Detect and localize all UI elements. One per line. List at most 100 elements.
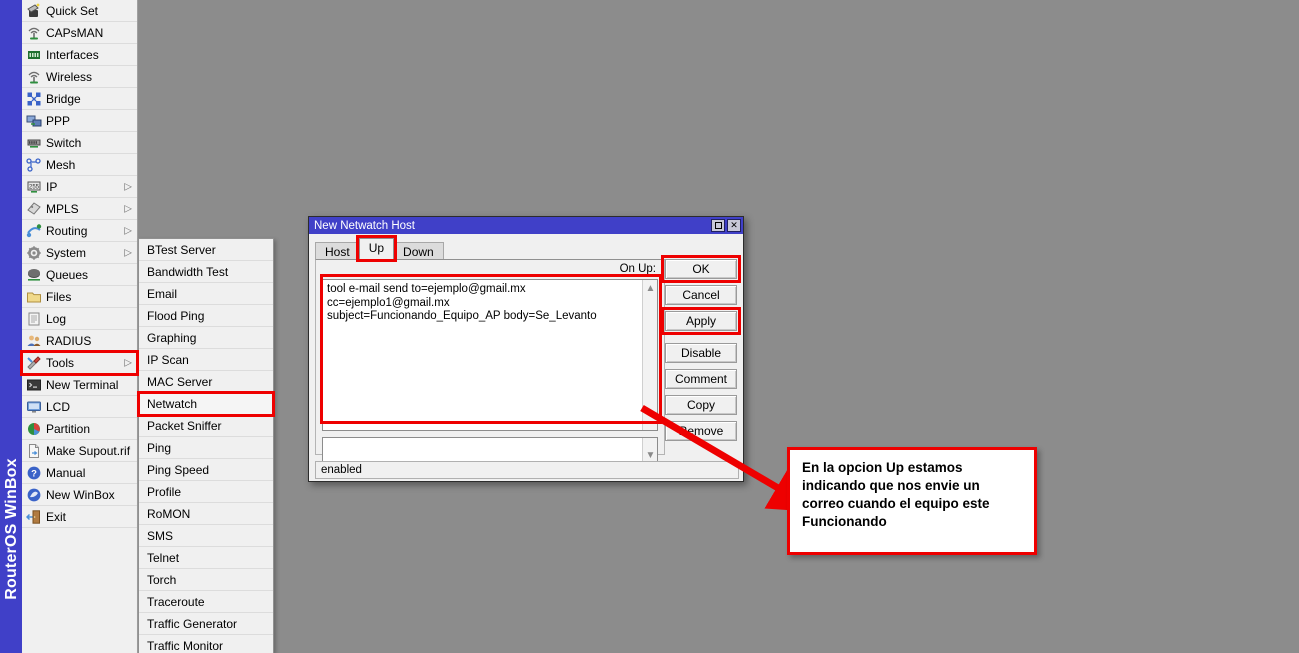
sidebar-item-mpls[interactable]: MPLS ▷	[22, 198, 137, 220]
sidebar-item-files[interactable]: Files	[22, 286, 137, 308]
sidebar-item-interfaces[interactable]: Interfaces	[22, 44, 137, 66]
sidebar-item-manual[interactable]: ? Manual	[22, 462, 137, 484]
dialog-title: New Netwatch Host	[314, 219, 415, 232]
sidebar-item-label: Tools	[46, 355, 75, 370]
svg-text:255: 255	[29, 184, 40, 190]
tools-item-ip-scan[interactable]: IP Scan	[139, 349, 273, 371]
terminal-icon	[26, 377, 42, 393]
tab-up[interactable]: Up	[355, 235, 398, 262]
tools-item-traffic-generator[interactable]: Traffic Generator	[139, 613, 273, 635]
tools-item-torch[interactable]: Torch	[139, 569, 273, 591]
switch-icon	[26, 135, 42, 151]
tools-item-label: Traffic Generator	[147, 616, 238, 631]
tools-item-label: BTest Server	[147, 242, 216, 257]
tools-item-ping[interactable]: Ping	[139, 437, 273, 459]
ppp-icon	[26, 113, 42, 129]
tools-item-traceroute[interactable]: Traceroute	[139, 591, 273, 613]
tools-item-label: Flood Ping	[147, 308, 205, 323]
mpls-icon	[26, 201, 42, 217]
sidebar-item-label: LCD	[46, 399, 71, 414]
dialog-titlebar: New Netwatch Host ✕	[309, 217, 743, 234]
tools-item-bandwidth-test[interactable]: Bandwidth Test	[139, 261, 273, 283]
quick-set-icon	[26, 3, 42, 19]
sidebar-item-label: PPP	[46, 113, 71, 128]
sidebar-item-new-winbox[interactable]: New WinBox	[22, 484, 137, 506]
tools-item-label: Packet Sniffer	[147, 418, 222, 433]
remove-button[interactable]: Remove	[665, 421, 737, 441]
svg-text:?: ?	[31, 468, 37, 479]
tools-item-mac-server[interactable]: MAC Server	[139, 371, 273, 393]
sidebar-item-system[interactable]: System ▷	[22, 242, 137, 264]
apply-button[interactable]: Apply	[661, 307, 741, 335]
sidebar-item-label: Files	[46, 289, 72, 304]
button-label: OK	[692, 262, 710, 276]
tools-item-romon[interactable]: RoMON	[139, 503, 273, 525]
sidebar-item-new-terminal[interactable]: New Terminal	[22, 374, 137, 396]
sidebar-item-exit[interactable]: Exit	[22, 506, 137, 528]
sidebar-item-queues[interactable]: Queues	[22, 264, 137, 286]
main-menu-sidebar: Quick Set CAPsMAN Interfaces Wireless Bridge…	[20, 0, 139, 653]
sidebar-item-label: Quick Set	[46, 3, 99, 18]
ip-icon: 255	[26, 179, 42, 195]
maximize-icon[interactable]	[711, 219, 725, 232]
tools-item-graphing[interactable]: Graphing	[139, 327, 273, 349]
scroll-up-icon[interactable]: ▲	[643, 281, 658, 296]
chevron-right-icon: ▷	[124, 247, 132, 258]
tools-item-label: Profile	[147, 484, 182, 499]
sidebar-item-label: Bridge	[46, 91, 81, 106]
sidebar-item-label: Exit	[46, 509, 67, 524]
sidebar-item-make-supout-rif[interactable]: Make Supout.rif	[22, 440, 137, 462]
comment-button[interactable]: Comment	[665, 369, 737, 389]
tools-item-netwatch[interactable]: Netwatch	[137, 391, 275, 417]
button-label: Apply	[685, 314, 717, 328]
wireless-icon	[26, 69, 42, 85]
tools-item-ping-speed[interactable]: Ping Speed	[139, 459, 273, 481]
tools-item-profile[interactable]: Profile	[139, 481, 273, 503]
on-up-script-text[interactable]: tool e-mail send to=ejemplo@gmail.mx cc=…	[323, 280, 642, 430]
button-label: Disable	[680, 346, 722, 360]
tools-item-label: Traffic Monitor	[147, 638, 224, 653]
sidebar-item-label: IP	[46, 179, 58, 194]
log-icon	[26, 311, 42, 327]
disable-button[interactable]: Disable	[665, 343, 737, 363]
sidebar-item-ppp[interactable]: PPP	[22, 110, 137, 132]
sidebar-item-bridge[interactable]: Bridge	[22, 88, 137, 110]
sidebar-item-lcd[interactable]: LCD	[22, 396, 137, 418]
sidebar-item-mesh[interactable]: Mesh	[22, 154, 137, 176]
sidebar-item-partition[interactable]: Partition	[22, 418, 137, 440]
script-scrollbar[interactable]: ▲	[642, 280, 657, 430]
tools-item-btest-server[interactable]: BTest Server	[139, 239, 273, 261]
sidebar-item-capsman[interactable]: CAPsMAN	[22, 22, 137, 44]
sidebar-item-switch[interactable]: Switch	[22, 132, 137, 154]
sidebar-item-label: Switch	[46, 135, 82, 150]
sidebar-item-label: Log	[46, 311, 67, 326]
sidebar-item-routing[interactable]: Routing ▷	[22, 220, 137, 242]
tools-item-packet-sniffer[interactable]: Packet Sniffer	[139, 415, 273, 437]
sidebar-item-quick-set[interactable]: Quick Set	[22, 0, 137, 22]
sidebar-item-label: New WinBox	[46, 487, 115, 502]
tools-item-label: Bandwidth Test	[147, 264, 229, 279]
cancel-button[interactable]: Cancel	[665, 285, 737, 305]
sidebar-item-label: Mesh	[46, 157, 76, 172]
sidebar-item-ip[interactable]: 255 IP ▷	[22, 176, 137, 198]
tools-item-traffic-monitor[interactable]: Traffic Monitor	[139, 635, 273, 653]
tools-item-flood-ping[interactable]: Flood Ping	[139, 305, 273, 327]
queues-icon	[26, 267, 42, 283]
ok-button[interactable]: OK	[661, 255, 741, 283]
tools-item-label: RoMON	[147, 506, 191, 521]
sidebar-item-label: CAPsMAN	[46, 25, 104, 40]
sidebar-item-log[interactable]: Log	[22, 308, 137, 330]
on-up-script-input[interactable]: tool e-mail send to=ejemplo@gmail.mx cc=…	[322, 279, 658, 431]
tools-item-label: IP Scan	[147, 352, 189, 367]
tools-item-telnet[interactable]: Telnet	[139, 547, 273, 569]
close-icon[interactable]: ✕	[727, 219, 741, 232]
dialog-button-column: OK Cancel Apply Disable Comment Copy Remove	[661, 255, 741, 447]
tools-item-email[interactable]: Email	[139, 283, 273, 305]
copy-button[interactable]: Copy	[665, 395, 737, 415]
help-question-icon: ?	[26, 465, 42, 481]
sidebar-item-radius[interactable]: RADIUS	[22, 330, 137, 352]
tools-item-label: Traceroute	[147, 594, 205, 609]
tools-item-sms[interactable]: SMS	[139, 525, 273, 547]
sidebar-item-tools[interactable]: Tools ▷	[20, 350, 139, 376]
sidebar-item-wireless[interactable]: Wireless	[22, 66, 137, 88]
